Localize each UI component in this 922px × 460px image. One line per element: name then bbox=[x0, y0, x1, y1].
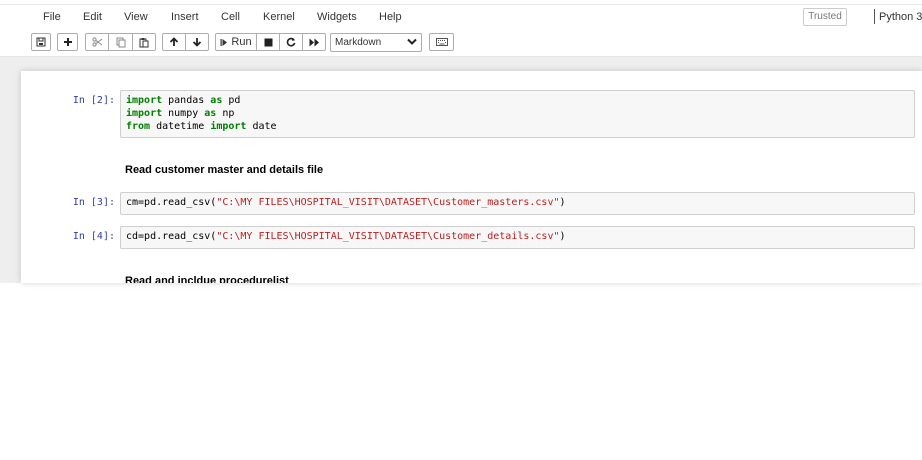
kernel-separator bbox=[874, 9, 875, 24]
trusted-indicator[interactable]: Trusted bbox=[803, 8, 847, 26]
plus-icon bbox=[63, 38, 72, 46]
command-palette-button[interactable] bbox=[429, 33, 454, 51]
cell-type-value: Markdown bbox=[335, 37, 382, 48]
code-line: cm=pd.read_csv("C:\MY FILES\HOSPITAL_VIS… bbox=[126, 197, 566, 208]
code-cell-input[interactable]: cd=pd.read_csv("C:\MY FILES\HOSPITAL_VIS… bbox=[120, 226, 915, 249]
move-down-button[interactable] bbox=[186, 33, 209, 51]
copy-button[interactable] bbox=[109, 33, 133, 51]
run-button[interactable]: Run bbox=[215, 33, 257, 51]
code-line: from datetime import date bbox=[126, 121, 277, 132]
restart-button[interactable] bbox=[280, 33, 303, 51]
notebook-container: In [2]: import pandas as pd import numpy… bbox=[21, 71, 922, 283]
cut-icon bbox=[91, 37, 102, 47]
code-cell-input[interactable]: import pandas as pd import numpy as np f… bbox=[120, 90, 915, 138]
input-prompt: In [4]: bbox=[72, 231, 115, 242]
arrow-down-icon bbox=[192, 38, 202, 47]
code-line: import numpy as np bbox=[126, 108, 235, 119]
save-button[interactable] bbox=[31, 33, 51, 51]
menu-widgets[interactable]: Widgets bbox=[317, 5, 357, 29]
menu-cell[interactable]: Cell bbox=[221, 5, 240, 29]
code-line: cd=pd.read_csv("C:\MY FILES\HOSPITAL_VIS… bbox=[126, 231, 566, 242]
interrupt-button[interactable] bbox=[257, 33, 280, 51]
menu-view[interactable]: View bbox=[124, 5, 148, 29]
keyboard-icon bbox=[435, 38, 448, 46]
cell-type-select[interactable]: Markdown bbox=[330, 33, 422, 52]
save-icon bbox=[36, 37, 46, 47]
insert-cell-button[interactable] bbox=[57, 33, 78, 51]
menu-help[interactable]: Help bbox=[379, 5, 402, 29]
fast-forward-icon bbox=[309, 38, 319, 46]
input-prompt: In [3]: bbox=[72, 197, 115, 208]
chevron-down-icon bbox=[407, 38, 417, 45]
arrow-up-icon bbox=[169, 37, 179, 46]
toolbar: Run Markdown bbox=[0, 28, 922, 57]
code-cell-input[interactable]: cm=pd.read_csv("C:\MY FILES\HOSPITAL_VIS… bbox=[120, 192, 915, 215]
stop-icon bbox=[264, 38, 272, 46]
run-button-label: Run bbox=[231, 36, 252, 48]
menu-kernel[interactable]: Kernel bbox=[263, 5, 295, 29]
markdown-cell[interactable]: Read customer master and details file bbox=[125, 164, 323, 176]
restart-icon bbox=[286, 37, 296, 47]
code-line: import pandas as pd bbox=[126, 95, 241, 106]
menu-file[interactable]: File bbox=[43, 5, 61, 29]
paste-button[interactable] bbox=[133, 33, 156, 51]
paste-icon bbox=[139, 37, 149, 47]
markdown-cell[interactable]: Read and incldue procedurelist bbox=[125, 275, 289, 283]
kernel-indicator: Python 3 bbox=[879, 11, 922, 23]
menu-edit[interactable]: Edit bbox=[83, 5, 102, 29]
input-prompt: In [2]: bbox=[72, 95, 115, 106]
menu-insert[interactable]: Insert bbox=[171, 5, 199, 29]
restart-run-all-button[interactable] bbox=[303, 33, 326, 51]
cut-button[interactable] bbox=[85, 33, 109, 51]
run-icon bbox=[220, 38, 228, 46]
menubar: File Edit View Insert Cell Kernel Widget… bbox=[0, 4, 922, 29]
copy-icon bbox=[116, 37, 125, 47]
move-up-button[interactable] bbox=[162, 33, 186, 51]
